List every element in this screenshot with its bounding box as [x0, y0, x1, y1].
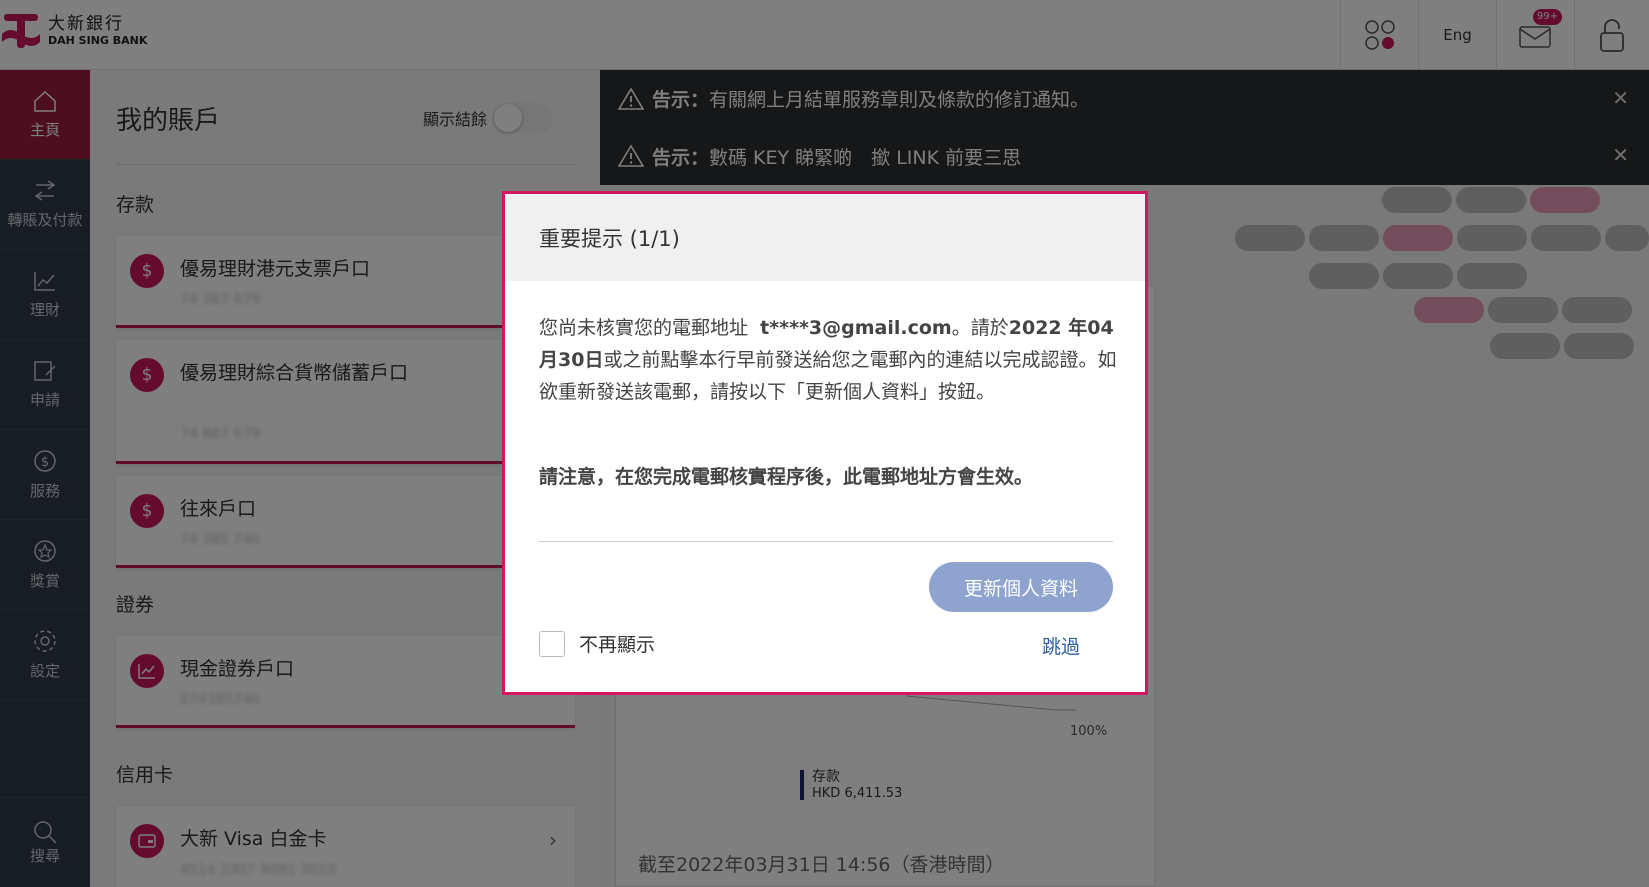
- modal-email: t****3@gmail.com: [760, 317, 952, 339]
- modal-text-2: 。請於: [951, 317, 1009, 339]
- important-notice-modal: 重要提示 (1/1) 您尚未核實您的電郵地址 t****3@gmail.com。…: [502, 191, 1148, 695]
- modal-message: 您尚未核實您的電郵地址 t****3@gmail.com。請於2022 年04月…: [539, 312, 1119, 408]
- dont-show-label: 不再顯示: [579, 634, 656, 656]
- modal-text-1: 您尚未核實您的電郵地址: [539, 317, 749, 339]
- modal-note: 請注意，在您完成電郵核實程序後，此電郵地址方會生效。: [539, 466, 1034, 488]
- divider: [539, 541, 1113, 542]
- dont-show-checkbox[interactable]: [539, 630, 565, 657]
- modal-text-3: 或之前點擊本行早前發送給您之電郵內的連結以完成認證。如欲重新發送該電郵，請按以下…: [539, 349, 1117, 403]
- modal-title: 重要提示 (1/1): [505, 194, 1145, 281]
- skip-link[interactable]: 跳過: [1042, 632, 1080, 659]
- update-profile-button[interactable]: 更新個人資料: [929, 562, 1113, 612]
- dont-show-again: 不再顯示: [539, 630, 655, 657]
